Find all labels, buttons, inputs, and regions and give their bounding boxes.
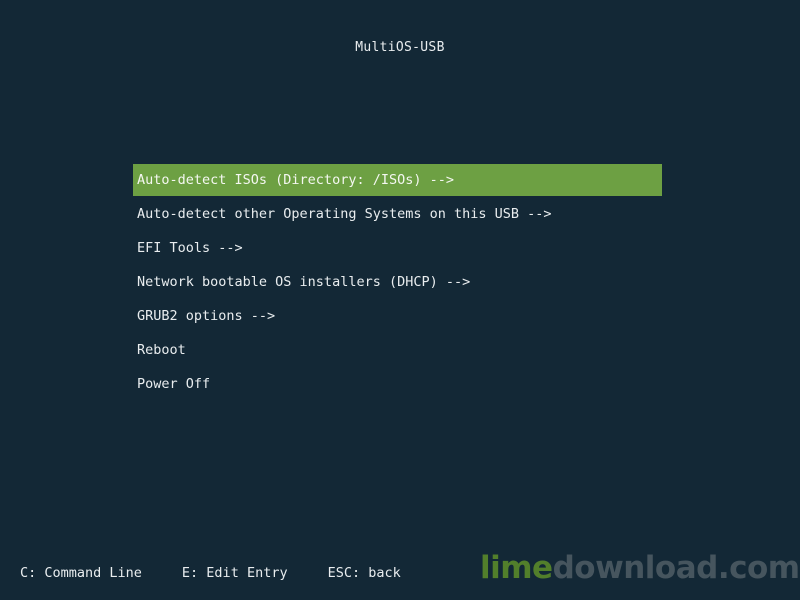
menu-item-auto-detect-other-os[interactable]: Auto-detect other Operating Systems on t… [133, 198, 662, 230]
menu-item-power-off[interactable]: Power Off [133, 368, 662, 400]
menu-item-reboot[interactable]: Reboot [133, 334, 662, 366]
hint-edit-entry: E: Edit Entry [181, 565, 288, 581]
key-hints: C: Command Line E: Edit Entry ESC: back [20, 565, 441, 581]
watermark-logo: limedownload.com [480, 548, 800, 588]
menu-item-network-installers[interactable]: Network bootable OS installers (DHCP) --… [133, 266, 662, 298]
hint-back: ESC: back [327, 565, 401, 581]
menu-item-grub2-options[interactable]: GRUB2 options --> [133, 300, 662, 332]
hint-command-line: C: Command Line [20, 565, 142, 581]
menu-item-efi-tools[interactable]: EFI Tools --> [133, 232, 662, 264]
boot-menu-title: MultiOS-USB [355, 40, 445, 55]
watermark-download: download.com [552, 550, 800, 586]
boot-menu: Auto-detect ISOs (Directory: /ISOs) --> … [133, 164, 662, 402]
menu-item-auto-detect-isos[interactable]: Auto-detect ISOs (Directory: /ISOs) --> [133, 164, 662, 196]
watermark-lime: lime [480, 550, 553, 586]
